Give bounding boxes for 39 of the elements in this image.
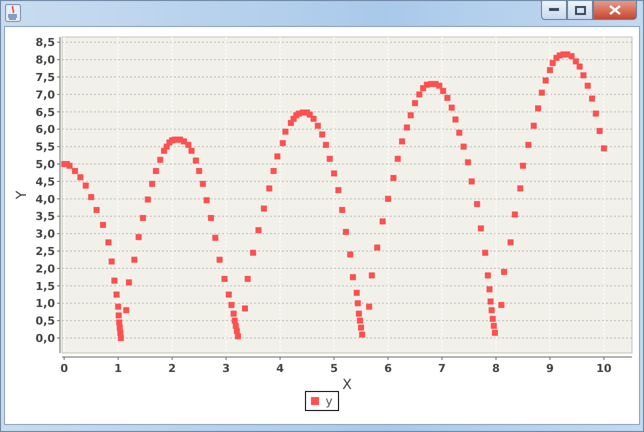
- legend-label: y: [325, 394, 333, 408]
- maximize-button[interactable]: [567, 1, 593, 20]
- tick-label: 0,5: [36, 314, 55, 328]
- tick-label: 4,5: [36, 175, 55, 188]
- tick-label: 7: [438, 362, 446, 375]
- maximize-icon: [574, 6, 586, 14]
- tick-label: 4,0: [36, 192, 55, 206]
- tick-label: 7,0: [36, 88, 55, 102]
- java-cup-icon: [5, 4, 21, 22]
- tick-label: 3,5: [36, 210, 55, 224]
- tick-label: 8,5: [36, 36, 55, 50]
- tick-label: 10: [596, 362, 612, 375]
- tick-label: 5: [330, 362, 338, 375]
- tick-label: 3,0: [36, 228, 55, 241]
- tick-label: 5,5: [36, 140, 55, 154]
- tick-label: 6,0: [36, 123, 55, 136]
- tick-label: 8,0: [36, 54, 55, 67]
- minimize-icon: [549, 8, 559, 12]
- tick-label: 8: [492, 362, 500, 375]
- axis-title: X: [342, 377, 352, 389]
- axis-title: Y: [14, 190, 30, 200]
- tick-label: 1: [114, 362, 122, 375]
- tick-label: 3: [222, 362, 230, 375]
- tick-label: 0: [60, 362, 68, 375]
- close-button[interactable]: [593, 1, 637, 20]
- tick-label: 1,0: [36, 297, 55, 310]
- tick-label: 7,5: [36, 71, 55, 84]
- tick-label: 2,5: [36, 245, 55, 258]
- tick-label: 2,0: [36, 262, 55, 276]
- close-icon: [609, 5, 621, 15]
- tick-label: 6,5: [36, 106, 55, 119]
- tick-label: 0,0: [36, 332, 55, 346]
- tick-label: 1,5: [36, 280, 55, 293]
- tick-label: 9: [546, 362, 554, 375]
- tick-label: 6: [384, 362, 392, 375]
- tick-label: 4: [276, 362, 284, 375]
- minimize-button[interactable]: [541, 1, 567, 20]
- tick-label: 2: [168, 362, 176, 375]
- tick-label: 5,0: [36, 158, 55, 172]
